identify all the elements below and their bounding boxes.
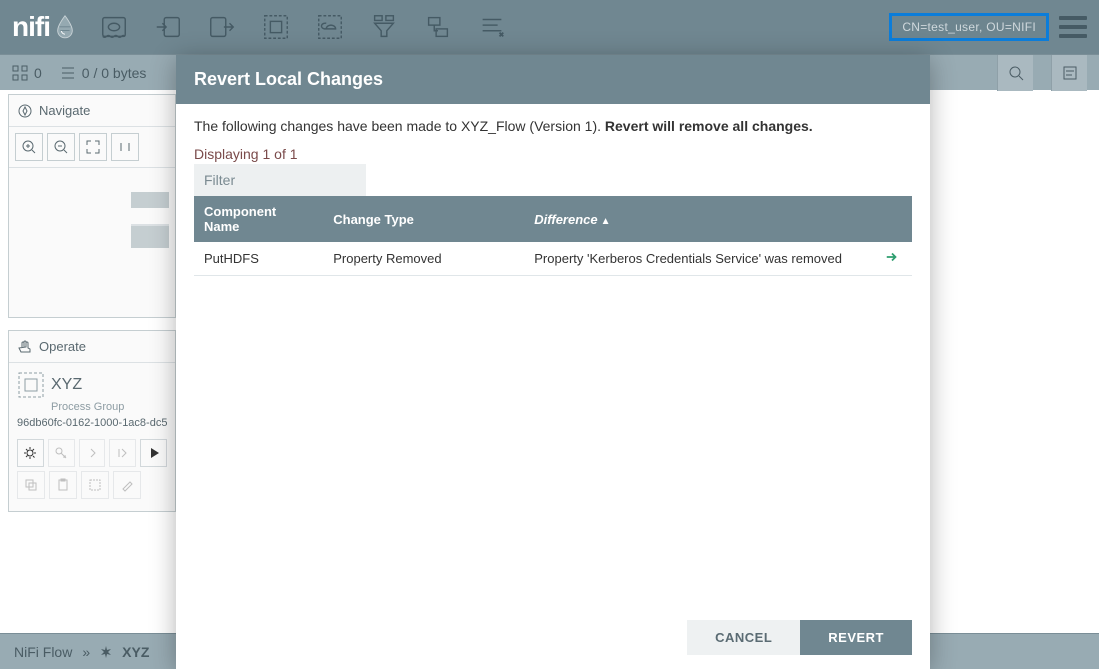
input-port-icon[interactable]: [150, 9, 186, 45]
operate-header: Operate: [9, 331, 175, 363]
asterisk-icon: [100, 646, 112, 658]
col-action: [872, 196, 912, 242]
copy-button[interactable]: [17, 471, 45, 499]
disable-button[interactable]: [109, 439, 136, 467]
dialog-title: Revert Local Changes: [176, 55, 930, 104]
dialog-footer: CANCEL REVERT: [176, 610, 930, 669]
breadcrumb-separator: »: [82, 644, 90, 660]
operate-title: Operate: [39, 339, 86, 354]
top-right: CN=test_user, OU=NIFI: [889, 13, 1087, 41]
configure-button[interactable]: [17, 439, 44, 467]
remote-process-group-icon[interactable]: [312, 9, 348, 45]
navigate-header: Navigate: [9, 95, 175, 127]
revert-local-changes-dialog: Revert Local Changes The following chang…: [176, 55, 930, 669]
zoom-actual-button[interactable]: [111, 133, 139, 161]
output-port-icon[interactable]: [204, 9, 240, 45]
pg-id: 96db60fc-0162-1000-1ac8-dc5: [17, 417, 167, 429]
cell-change-type: Property Removed: [323, 242, 524, 276]
stat-bytes: 0 / 0 bytes: [82, 65, 147, 81]
pg-type: Process Group: [51, 401, 167, 413]
left-panels: Navigate Operate XYZ Pro: [8, 94, 176, 524]
top-toolbar: nifi CN=test_user, OU=NIFI: [0, 0, 1099, 54]
pg-name: XYZ: [51, 376, 82, 394]
breadcrumb-root[interactable]: NiFi Flow: [14, 644, 72, 660]
grid-icon: [12, 65, 28, 81]
toolbar-icons: [96, 9, 510, 45]
navigate-controls: [9, 127, 175, 167]
filter-input[interactable]: [194, 164, 366, 196]
start-button[interactable]: [140, 439, 167, 467]
dialog-message-prefix: The following changes have been made to …: [194, 118, 605, 134]
bulletin-button[interactable]: [1051, 55, 1087, 91]
list-icon: [60, 65, 76, 81]
dialog-message: The following changes have been made to …: [194, 118, 912, 134]
operate-body: XYZ Process Group 96db60fc-0162-1000-1ac…: [9, 363, 175, 511]
hand-icon: [17, 339, 33, 355]
minimap[interactable]: [9, 167, 175, 317]
displaying-count: Displaying 1 of 1: [194, 146, 912, 162]
template-icon[interactable]: [420, 9, 456, 45]
global-menu-icon[interactable]: [1059, 16, 1087, 38]
key-button[interactable]: [48, 439, 75, 467]
user-identity: CN=test_user, OU=NIFI: [889, 13, 1049, 41]
pg-label: XYZ: [17, 371, 167, 399]
cell-component: PutHDFS: [194, 242, 323, 276]
paste-button[interactable]: [49, 471, 77, 499]
color-button[interactable]: [113, 471, 141, 499]
logo: nifi: [12, 11, 76, 43]
navigate-title: Navigate: [39, 103, 90, 118]
cancel-button[interactable]: CANCEL: [687, 620, 800, 655]
search-button[interactable]: [997, 55, 1033, 91]
revert-button[interactable]: REVERT: [800, 620, 912, 655]
sort-asc-icon: ▲: [601, 216, 611, 227]
funnel-icon[interactable]: [366, 9, 402, 45]
stat-queue: 0 / 0 bytes: [60, 65, 147, 81]
stat-components: 0: [12, 65, 42, 81]
col-component[interactable]: Component Name: [194, 196, 323, 242]
table-body-scroll[interactable]: PutHDFS Property Removed Property 'Kerbe…: [194, 242, 912, 602]
zoom-fit-button[interactable]: [79, 133, 107, 161]
breadcrumb-current: XYZ: [122, 644, 149, 660]
note-icon: [1062, 65, 1078, 81]
compass-icon: [17, 103, 33, 119]
logo-text: nifi: [12, 11, 50, 43]
goto-component-button[interactable]: [872, 242, 912, 276]
table-row: PutHDFS Property Removed Property 'Kerbe…: [194, 242, 912, 276]
operate-panel: Operate XYZ Process Group 96db60fc-0162-…: [8, 330, 176, 512]
changes-table: Component Name Change Type Difference▲: [194, 196, 912, 242]
pg-icon: [17, 371, 45, 399]
dialog-message-bold: Revert will remove all changes.: [605, 118, 813, 134]
arrow-right-icon: [885, 250, 899, 264]
navigate-panel: Navigate: [8, 94, 176, 318]
processor-icon[interactable]: [96, 9, 132, 45]
stat-count: 0: [34, 65, 42, 81]
zoom-out-button[interactable]: [47, 133, 75, 161]
col-change-type[interactable]: Change Type: [323, 196, 524, 242]
enable-button[interactable]: [79, 439, 106, 467]
label-icon[interactable]: [474, 9, 510, 45]
search-icon: [1008, 65, 1024, 81]
logo-drop-icon: [54, 14, 76, 40]
cell-difference: Property 'Kerberos Credentials Service' …: [524, 242, 872, 276]
dialog-body: The following changes have been made to …: [176, 104, 930, 610]
group-button[interactable]: [81, 471, 109, 499]
zoom-in-button[interactable]: [15, 133, 43, 161]
process-group-icon[interactable]: [258, 9, 294, 45]
col-difference[interactable]: Difference▲: [524, 196, 872, 242]
